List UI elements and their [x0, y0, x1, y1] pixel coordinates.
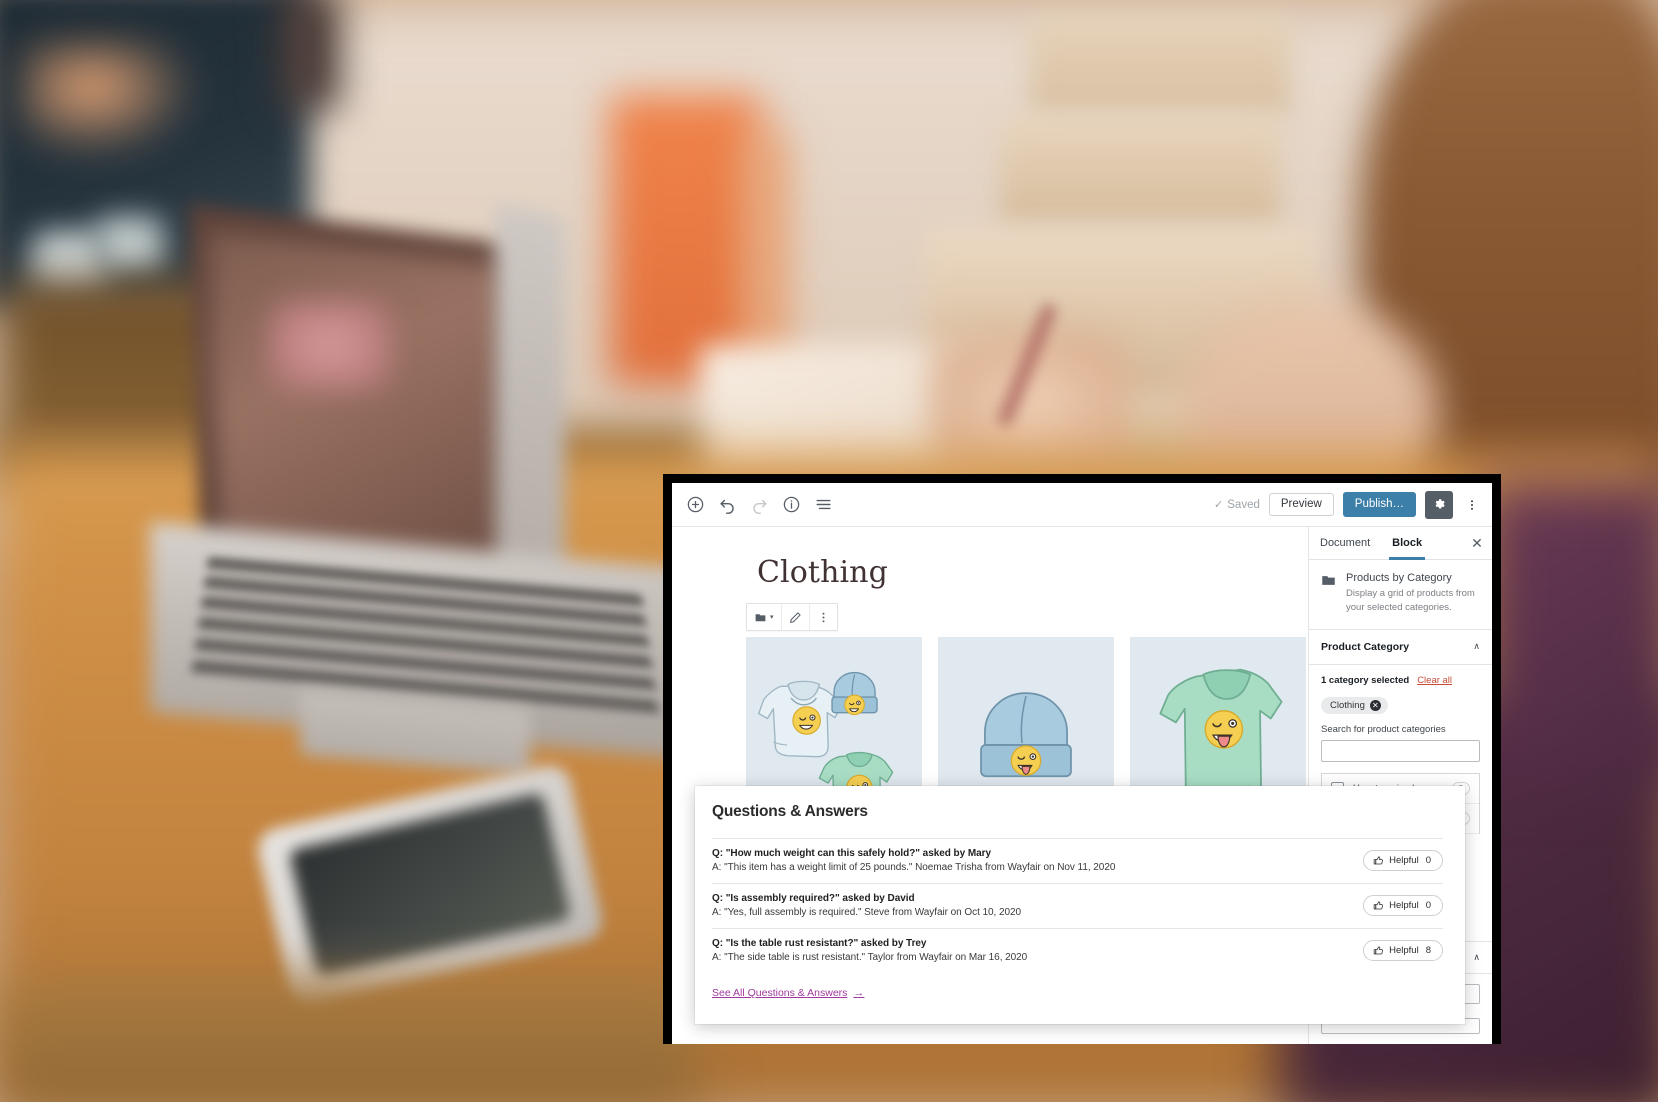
plus-circle-icon[interactable] — [686, 495, 705, 514]
close-icon[interactable]: ✕ — [1369, 699, 1381, 711]
page-title: Questions & Answers — [712, 803, 868, 820]
qa-text: Q: "How much weight can this safely hold… — [712, 848, 1363, 873]
close-icon[interactable]: ✕ — [1462, 527, 1492, 559]
helpful-label: Helpful — [1389, 900, 1419, 911]
qa-list-item: Q: "Is the table rust resistant?" asked … — [712, 928, 1443, 973]
selected-count-label: 1 category selected — [1321, 674, 1410, 686]
search-input[interactable] — [1321, 739, 1480, 762]
qa-question: Q: "Is assembly required?" asked by Davi… — [712, 893, 915, 904]
see-all-questions-link[interactable]: See All Questions & Answers → — [712, 987, 864, 999]
chip-label: Clothing — [1330, 699, 1365, 711]
qa-answer: A: "This item has a weight limit of 25 p… — [712, 862, 1116, 873]
products-category-icon — [1321, 572, 1337, 615]
clear-all-link[interactable]: Clear all — [1417, 675, 1452, 686]
sidebar-tabs: Document Block ✕ — [1309, 527, 1492, 560]
arrow-right-icon: → — [853, 987, 865, 999]
helpful-label: Helpful — [1389, 855, 1419, 866]
selected-category-chip: Clothing ✕ — [1321, 696, 1388, 714]
helpful-button[interactable]: Helpful 0 — [1363, 850, 1443, 871]
chevron-up-icon[interactable]: ∧ — [1473, 641, 1480, 652]
bg-laptop-screen-content — [270, 300, 390, 390]
bg-foreground-dark — [1480, 480, 1658, 780]
pencil-icon[interactable] — [782, 604, 810, 630]
check-icon: ✓ — [1214, 499, 1224, 511]
thumbs-up-icon — [1373, 945, 1384, 956]
post-title[interactable]: Clothing — [672, 555, 1308, 590]
undo-icon[interactable] — [718, 495, 737, 514]
helpful-label: Helpful — [1389, 945, 1419, 956]
thumbs-up-icon — [1373, 855, 1384, 866]
kebab-menu-icon[interactable] — [1462, 493, 1482, 517]
publish-button[interactable]: Publish… — [1342, 491, 1416, 518]
helpful-count: 0 — [1425, 900, 1431, 911]
qa-question: Q: "Is the table rust resistant?" asked … — [712, 938, 927, 949]
helpful-count: 0 — [1425, 855, 1431, 866]
qa-text: Q: "Is the table rust resistant?" asked … — [712, 938, 1363, 963]
chevron-up-icon[interactable]: ∧ — [1473, 952, 1480, 963]
bg-desk-lower — [0, 980, 700, 1102]
bg-laptop-bezel — [495, 203, 565, 597]
redo-icon — [750, 495, 769, 514]
bg-window-glow — [20, 40, 200, 160]
bg-orange-panel — [745, 130, 785, 380]
bg-orange-panel — [610, 95, 760, 385]
qa-answer: A: "The side table is rust resistant." T… — [712, 952, 1028, 963]
products-grid-icon[interactable]: ▾ — [747, 604, 782, 630]
qa-list-item: Q: "How much weight can this safely hold… — [712, 838, 1443, 883]
info-circle-icon[interactable] — [782, 495, 801, 514]
helpful-button[interactable]: Helpful 0 — [1363, 895, 1443, 916]
block-info: Products by Category Display a grid of p… — [1309, 560, 1492, 630]
panel-title: Product Category — [1321, 640, 1410, 653]
bg-laptop-screen-content — [209, 231, 511, 579]
qa-question: Q: "How much weight can this safely hold… — [712, 848, 991, 859]
block-info-description: Display a grid of products from your sel… — [1346, 588, 1475, 613]
helpful-button[interactable]: Helpful 8 — [1363, 940, 1443, 961]
see-all-label: See All Questions & Answers — [712, 987, 848, 999]
block-info-title: Products by Category — [1346, 572, 1452, 584]
qa-answer: A: "Yes, full assembly is required." Ste… — [712, 907, 1022, 918]
qa-text: Q: "Is assembly required?" asked by Davi… — [712, 893, 1363, 918]
list-view-icon[interactable] — [814, 495, 833, 514]
helpful-count: 8 — [1425, 945, 1431, 956]
chevron-down-icon[interactable]: ▾ — [770, 613, 774, 621]
thumbs-up-icon — [1373, 900, 1384, 911]
preview-button[interactable]: Preview — [1268, 492, 1334, 517]
tab-block[interactable]: Block — [1381, 527, 1433, 560]
bg-cup — [95, 215, 165, 275]
editor-top-toolbar: ✓ Saved Preview Publish… — [672, 483, 1492, 527]
saved-indicator: ✓ Saved — [1214, 498, 1260, 512]
product-category-panel-header[interactable]: Product Category ∧ — [1309, 630, 1492, 665]
bg-shipping-box — [1030, 20, 1290, 115]
search-label: Search for product categories — [1321, 723, 1446, 735]
bg-shipping-box — [1000, 115, 1280, 225]
saved-label: Saved — [1227, 498, 1260, 511]
kebab-menu-icon[interactable] — [810, 604, 837, 630]
block-toolbar: ▾ — [746, 603, 838, 631]
bg-post — [280, 0, 340, 110]
qa-list-item: Q: "Is assembly required?" asked by Davi… — [712, 883, 1443, 928]
questions-and-answers-card: Questions & Answers Q: "How much weight … — [695, 786, 1465, 1024]
gear-icon[interactable] — [1425, 490, 1453, 519]
tab-document[interactable]: Document — [1309, 527, 1381, 559]
